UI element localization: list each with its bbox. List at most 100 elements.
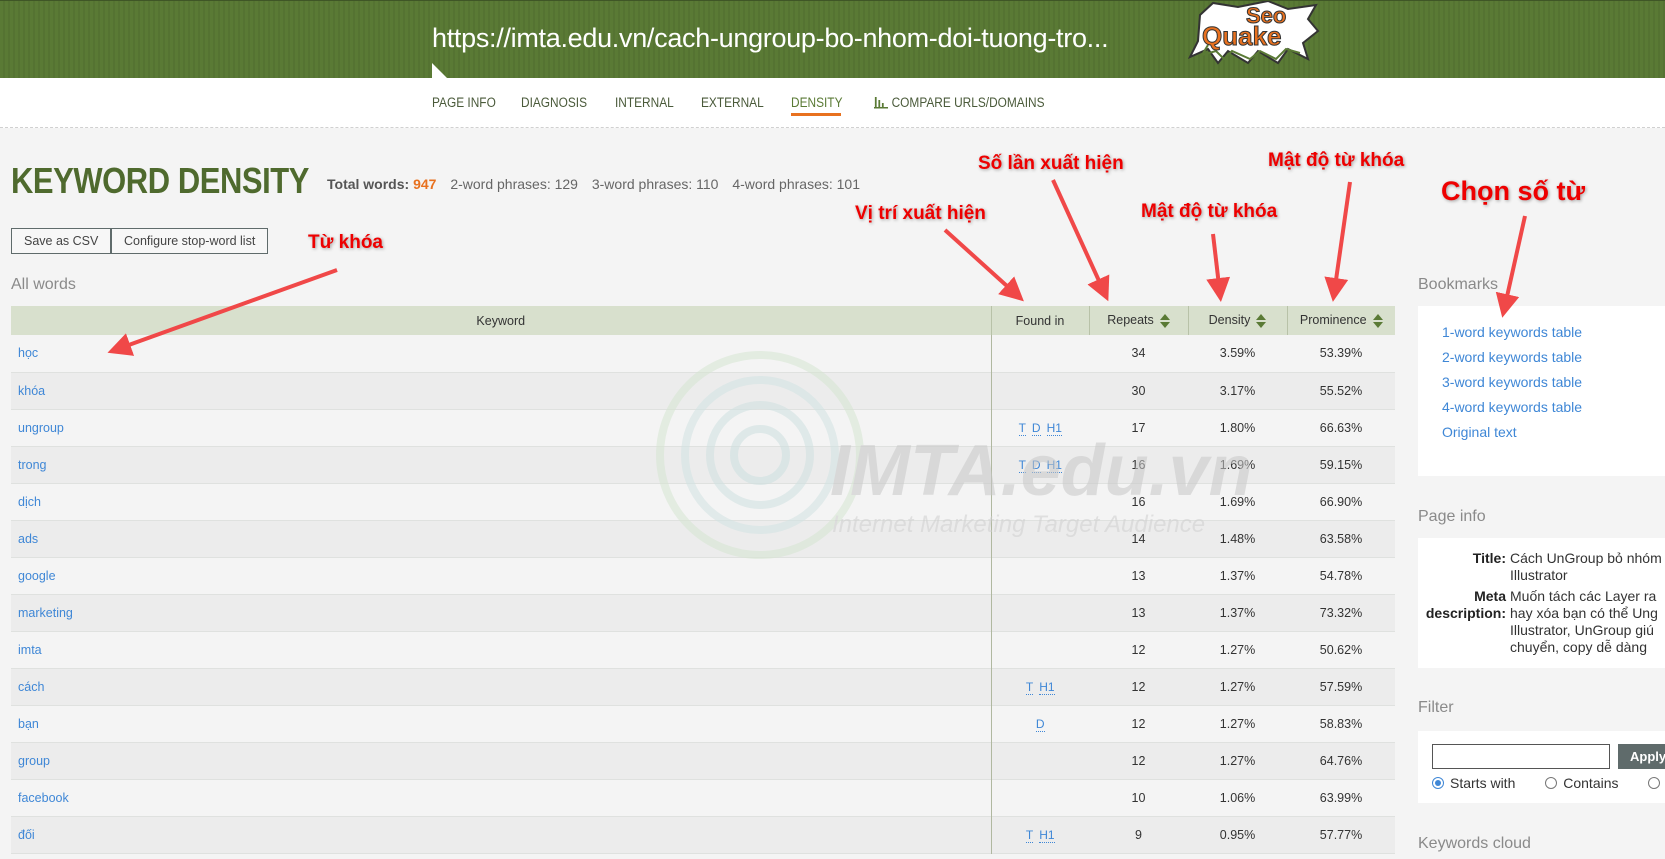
repeats-cell: 12 [1131, 642, 1146, 657]
table-row: facebook 10 1.06% 63.99% [11, 779, 1395, 816]
two-word-value: 129 [554, 176, 578, 192]
table-row: đối T H1 9 0.95% 57.77% [11, 816, 1395, 853]
tab-density[interactable]: DENSITY [791, 95, 842, 110]
filter-card: Apply Starts with Contains [1418, 731, 1665, 803]
sort-icon[interactable] [1159, 313, 1170, 328]
radio-starts-with[interactable]: Starts with [1432, 775, 1515, 791]
keyword-link[interactable]: học [18, 346, 38, 360]
found-in-cell [990, 557, 1089, 594]
bookmarks-label: Bookmarks [1418, 276, 1499, 293]
main-nav: PAGE INFO DIAGNOSIS INTERNAL EXTERNAL DE… [0, 78, 1665, 128]
top-header: https://imta.edu.vn/cach-ungroup-bo-nhom… [0, 0, 1665, 79]
col-found-in: Found in [990, 306, 1089, 335]
keyword-link[interactable]: ads [18, 532, 38, 546]
active-tab-indicator [791, 113, 841, 116]
col-repeats-label: Repeats [1107, 313, 1154, 328]
logo-quake-text: Quake [1202, 21, 1282, 51]
keyword-cell: group [11, 742, 991, 779]
found-in-tag[interactable]: T [1018, 457, 1026, 473]
keyword-link[interactable]: khóa [18, 384, 45, 398]
keyword-link[interactable]: đối [18, 828, 35, 842]
found-in-cell [990, 742, 1089, 779]
keyword-link[interactable]: facebook [18, 791, 69, 805]
col-keyword-label: Keyword [476, 313, 526, 328]
repeats-cell: 13 [1131, 605, 1146, 620]
radio-contains[interactable]: Contains [1545, 775, 1619, 791]
keyword-link[interactable]: group [18, 754, 50, 768]
found-in-tag[interactable]: H1 [1039, 679, 1055, 695]
repeats-cell: 10 [1131, 790, 1146, 805]
table-row: ads 14 1.48% 63.58% [11, 520, 1395, 557]
keyword-cell: imta [11, 631, 991, 668]
density-cell: 1.69% [1219, 494, 1256, 509]
apply-button[interactable]: Apply [1618, 744, 1665, 769]
found-in-tag[interactable]: H1 [1039, 827, 1055, 843]
bar-chart-icon [874, 97, 889, 109]
found-in-tag[interactable]: T [1018, 420, 1026, 436]
tab-diagnosis[interactable]: DIAGNOSIS [521, 95, 587, 110]
found-in-cell [990, 483, 1089, 520]
found-in-cell [990, 372, 1089, 409]
table-row: dịch 16 1.69% 66.90% [11, 483, 1395, 520]
col-prominence[interactable]: Prominence [1286, 306, 1395, 335]
bookmark-original-text[interactable]: Original text [1442, 424, 1665, 440]
radio-icon-checked [1432, 777, 1444, 789]
bookmark-4-word[interactable]: 4-word keywords table [1442, 399, 1665, 415]
radio-third-option[interactable] [1648, 775, 1665, 791]
found-in-tag[interactable]: H1 [1046, 420, 1062, 436]
col-density-label: Density [1208, 313, 1251, 328]
sort-icon[interactable] [1372, 313, 1383, 328]
density-cell: 1.37% [1219, 605, 1256, 620]
found-in-tag[interactable]: D [1031, 457, 1041, 473]
meta-line: chuyển, copy dễ dàng [1510, 639, 1647, 655]
page-info-title-row: Title: Cách UnGroup bỏ nhóm Illustrator [1418, 550, 1665, 584]
keyword-link[interactable]: imta [18, 643, 42, 657]
keyword-link[interactable]: bạn [18, 717, 39, 731]
bookmark-2-word[interactable]: 2-word keywords table [1442, 349, 1665, 365]
found-in-tag[interactable]: D [1035, 716, 1045, 732]
found-in-tag[interactable]: T [1025, 679, 1034, 695]
density-cell: 1.27% [1219, 753, 1256, 768]
prominence-cell: 63.99% [1319, 790, 1363, 805]
radio-contains-label: Contains [1563, 775, 1619, 791]
configure-stopwords-button[interactable]: Configure stop-word list [111, 228, 269, 254]
col-keyword[interactable]: Keyword [11, 306, 991, 335]
bookmark-3-word[interactable]: 3-word keywords table [1442, 374, 1665, 390]
density-cell: 1.69% [1219, 457, 1256, 472]
filter-input[interactable] [1432, 744, 1610, 769]
three-word-value: 110 [696, 176, 719, 192]
found-in-cell [990, 520, 1089, 557]
tab-compare-urls-label: COMPARE URLS/DOMAINS [891, 95, 1045, 110]
annotation-choose-words: Chọn số từ [1441, 176, 1586, 206]
keyword-table: Keyword Found in Repeats Density Promine… [11, 306, 1395, 854]
sort-icon[interactable] [1256, 313, 1267, 328]
keyword-link[interactable]: marketing [18, 606, 73, 620]
annotation-keyword: Từ khóa [308, 232, 383, 253]
seoquake-logo[interactable]: Seo Quake [1188, 1, 1323, 65]
col-repeats[interactable]: Repeats [1088, 306, 1188, 335]
col-density[interactable]: Density [1187, 306, 1287, 335]
keyword-link[interactable]: ungroup [18, 421, 64, 435]
repeats-cell: 14 [1131, 531, 1146, 546]
tab-page-info[interactable]: PAGE INFO [432, 95, 496, 110]
found-in-tag[interactable]: D [1031, 420, 1041, 436]
keyword-link[interactable]: dịch [18, 495, 41, 509]
density-cell: 1.48% [1219, 531, 1256, 546]
found-in-tag[interactable]: T [1025, 827, 1034, 843]
repeats-cell: 30 [1131, 383, 1146, 398]
tab-external[interactable]: EXTERNAL [701, 95, 764, 110]
keyword-cell: ads [11, 520, 991, 557]
repeats-cell: 13 [1131, 568, 1146, 583]
arrow-found-in [943, 228, 1024, 302]
prominence-cell: 66.63% [1319, 420, 1363, 435]
tab-compare-urls[interactable]: COMPARE URLS/DOMAINS [874, 95, 1045, 110]
found-in-cell: T H1 [990, 816, 1089, 853]
bookmark-1-word[interactable]: 1-word keywords table [1442, 324, 1665, 340]
found-in-tag[interactable]: H1 [1046, 457, 1062, 473]
save-csv-button[interactable]: Save as CSV [11, 228, 112, 254]
keyword-link[interactable]: cách [18, 680, 44, 694]
keyword-link[interactable]: trong [18, 458, 47, 472]
keyword-cell: khóa [11, 372, 991, 409]
tab-internal[interactable]: INTERNAL [615, 95, 674, 110]
keyword-link[interactable]: google [18, 569, 56, 583]
